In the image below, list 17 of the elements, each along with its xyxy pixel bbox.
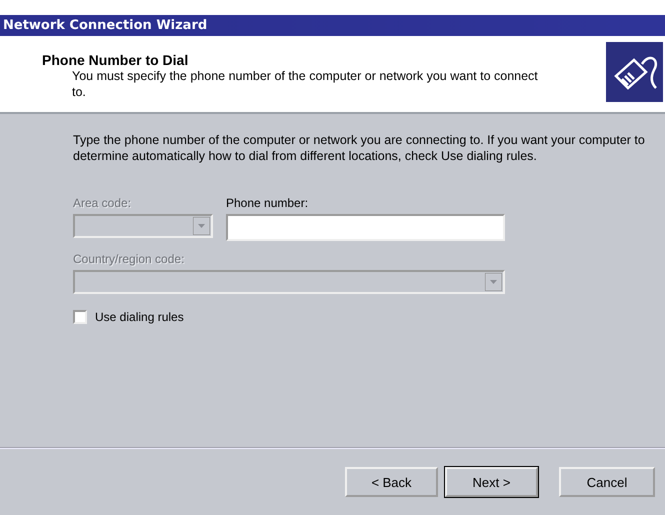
window-title: Network Connection Wizard: [3, 18, 208, 33]
page-subtitle: You must specify the phone number of the computer or network you want to connect to.: [71, 68, 539, 100]
wizard-button[interactable]: < Back: [345, 467, 438, 497]
country-code-dropdown[interactable]: [73, 270, 505, 294]
phone-number-field[interactable]: [226, 214, 505, 241]
page-title: Phone Number to Dial: [42, 52, 190, 68]
phone-number-label: Phone number:: [226, 196, 310, 210]
area-code-dropdown[interactable]: [73, 214, 213, 238]
wizard-button[interactable]: Next >: [445, 467, 538, 497]
dropdown-arrow-icon: [485, 273, 502, 291]
dropdown-arrow-icon: [193, 217, 210, 235]
area-code-label: Area code:: [73, 196, 132, 210]
country-code-label: Country/region code:: [73, 252, 186, 266]
dialing-rules-checkbox[interactable]: [73, 310, 87, 324]
wizard-button[interactable]: Cancel: [559, 467, 655, 497]
dialing-rules-label: Use dialing rules: [95, 310, 184, 324]
instructions-text: Type the phone number of the computer or network you are connecting to. If you want your computer to determine automatically how to dial from different locations, check Use dialing rules.: [73, 132, 646, 164]
